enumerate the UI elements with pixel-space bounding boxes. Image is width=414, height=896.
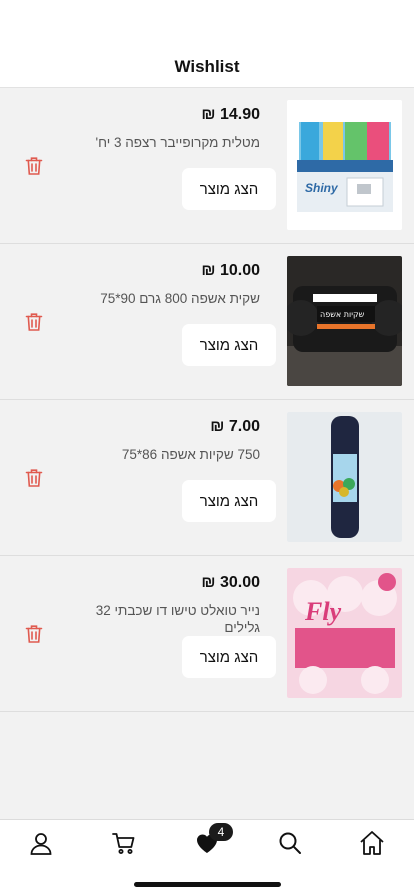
product-price: ₪ 7.00 [210, 418, 260, 435]
product-image-label: Shiny [305, 181, 339, 195]
home-indicator[interactable] [134, 882, 281, 887]
view-product-button[interactable]: הצג מוצר [182, 324, 276, 366]
trash-icon[interactable] [25, 312, 43, 332]
list-item: Fly ₪ 30.00 נייר טואלט טישו דו שכבתי 32 … [0, 556, 414, 712]
wishlist-count-badge: 4 [209, 823, 233, 841]
user-icon[interactable] [28, 830, 54, 856]
product-image[interactable]: Shiny [287, 100, 402, 230]
page-title: Wishlist [174, 57, 240, 76]
product-price: ₪ 30.00 [201, 574, 260, 591]
search-icon[interactable] [277, 830, 303, 856]
product-image-label: Fly [304, 597, 342, 626]
trash-icon[interactable] [25, 624, 43, 644]
list-item: Shiny ₪ 14.90 מטלית מקרופייבר רצפה 3 יח'… [0, 88, 414, 244]
view-product-button[interactable]: הצג מוצר [182, 636, 276, 678]
view-product-button[interactable]: הצג מוצר [182, 168, 276, 210]
product-price: ₪ 14.90 [201, 106, 260, 123]
product-name: שקית אשפה 800 גרם 90*75 [100, 291, 260, 306]
product-name: 750 שקיות אשפה 86*75 [121, 447, 260, 462]
product-name: מטלית מקרופייבר רצפה 3 יח' [95, 135, 260, 150]
cart-icon[interactable] [111, 830, 137, 856]
list-item: שקיות אשפה ₪ 10.00 שקית אשפה 800 גרם 90*… [0, 244, 414, 400]
product-name: נייר טואלט טישו דו שכבתי 32 גלילים [95, 603, 260, 635]
header: Wishlist [0, 0, 414, 88]
trash-icon[interactable] [25, 468, 43, 488]
home-icon[interactable] [359, 830, 385, 856]
wishlist-list: Shiny ₪ 14.90 מטלית מקרופייבר רצפה 3 יח'… [0, 88, 414, 712]
trash-icon[interactable] [25, 156, 43, 176]
product-image[interactable]: שקיות אשפה [287, 256, 402, 386]
product-image[interactable]: Fly [287, 568, 402, 698]
product-image-label: שקיות אשפה [320, 310, 365, 319]
product-price: ₪ 10.00 [201, 262, 260, 279]
view-product-button[interactable]: הצג מוצר [182, 480, 276, 522]
product-image[interactable] [287, 412, 402, 542]
list-item: ₪ 7.00 750 שקיות אשפה 86*75 הצג מוצר [0, 400, 414, 556]
